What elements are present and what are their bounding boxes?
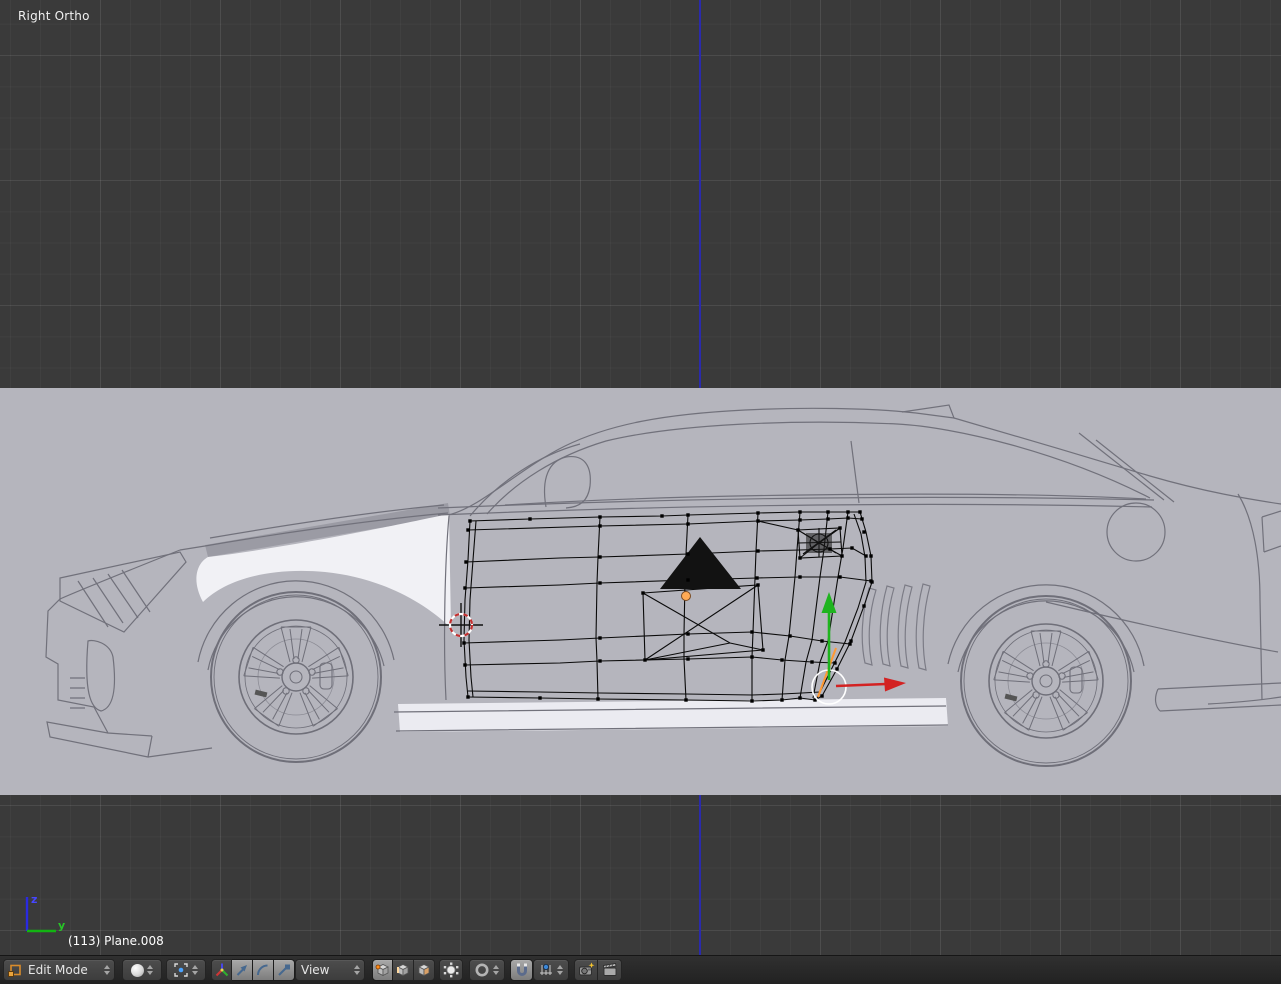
face-select-icon <box>418 964 430 977</box>
edge-select-icon <box>397 964 409 977</box>
orientation-dropdown-label: View <box>301 963 330 977</box>
vertex-select-icon <box>375 964 389 977</box>
snap-toggle-button[interactable] <box>510 959 533 981</box>
dropdown-arrows-icon <box>557 965 564 975</box>
active-object-info: (113) Plane.008 <box>68 934 164 948</box>
occlude-geometry-button[interactable] <box>439 959 463 981</box>
view-label: Right Ortho <box>18 9 90 23</box>
dropdown-arrows-icon <box>146 965 154 975</box>
manipulator-axes-button[interactable] <box>211 959 232 981</box>
pivot-point-icon <box>174 963 188 977</box>
mode-dropdown[interactable]: Edit Mode <box>3 959 115 981</box>
mode-dropdown-label: Edit Mode <box>28 963 88 977</box>
rotate-manipulator-icon <box>257 964 268 976</box>
edge-select-button[interactable] <box>393 959 414 981</box>
proportional-editing-dropdown[interactable] <box>469 959 505 981</box>
dropdown-arrows-icon <box>192 965 199 975</box>
dropdown-arrows-icon <box>493 965 500 975</box>
sill-shaded-surface <box>398 698 948 732</box>
scale-manipulator-button[interactable] <box>274 959 295 981</box>
face-select-button[interactable] <box>414 959 435 981</box>
edit-mode-cube-icon <box>8 964 21 977</box>
shading-dropdown[interactable] <box>122 959 162 981</box>
select-mode-button-group <box>372 959 435 981</box>
snap-increment-icon <box>540 964 552 975</box>
manipulator-button-group <box>211 959 295 981</box>
occlude-geometry-icon <box>443 962 459 978</box>
opengl-render-animation-button[interactable] <box>598 959 622 981</box>
vertex-select-button[interactable] <box>372 959 393 981</box>
opengl-render-animation-icon <box>602 962 617 976</box>
snap-element-dropdown[interactable] <box>533 959 569 981</box>
scale-manipulator-icon <box>278 964 290 976</box>
reference-image <box>0 388 1281 795</box>
pivot-point-dropdown[interactable] <box>166 959 206 981</box>
dropdown-arrows-icon <box>104 965 111 975</box>
rotate-manipulator-button[interactable] <box>253 959 274 981</box>
gizmo-y-label: y <box>58 919 66 932</box>
opengl-render-icon <box>578 962 594 976</box>
viewport-header: Edit Mode View <box>0 955 1281 984</box>
viewport-shading-sphere-icon <box>130 963 144 977</box>
opengl-render-button-group <box>574 959 622 981</box>
opengl-render-button[interactable] <box>574 959 598 981</box>
manipulator-axes-icon <box>215 963 228 977</box>
axis-gizmo <box>25 897 56 933</box>
3d-viewport[interactable]: Right Ortho (113) Plane.008 z y <box>0 0 1281 955</box>
translate-manipulator-icon <box>236 965 247 976</box>
snap-magnet-icon <box>516 963 527 976</box>
dropdown-arrows-icon <box>354 965 361 975</box>
blender-window: Right Ortho (113) Plane.008 z y Edit Mod… <box>0 0 1281 984</box>
translate-manipulator-button[interactable] <box>232 959 253 981</box>
gizmo-z-label: z <box>31 893 38 906</box>
object-origin-dot <box>681 591 691 601</box>
proportional-editing-icon <box>475 963 489 977</box>
orientation-dropdown[interactable]: View <box>295 959 365 981</box>
